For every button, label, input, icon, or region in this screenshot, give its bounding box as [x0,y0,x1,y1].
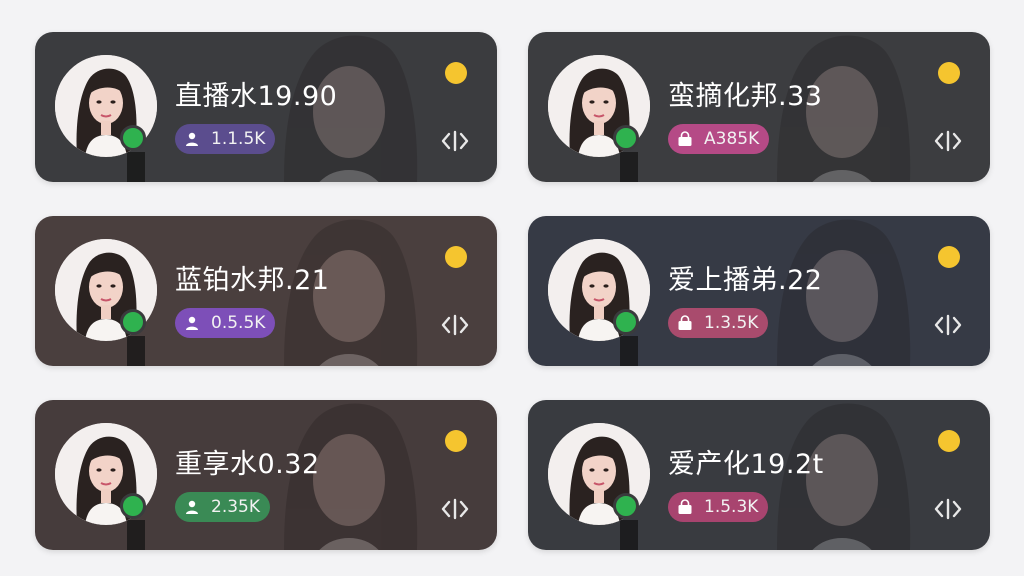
status-dot [445,62,467,84]
stand-decoration [620,520,638,550]
person-icon [179,494,205,520]
stream-card[interactable]: 蓝铂水邦.21 0.5.5K [35,216,497,366]
viewer-badge: A385K [668,124,770,154]
viewer-count: 2.35K [211,497,260,517]
viewer-count: 1.1.5K [211,129,266,149]
code-split-icon[interactable] [441,313,469,337]
stand-decoration [620,152,638,182]
code-split-icon[interactable] [934,129,962,153]
online-indicator [613,493,639,519]
online-indicator [613,309,639,335]
viewer-badge: 2.35K [175,492,270,522]
stand-decoration [620,336,638,366]
online-indicator [613,125,639,151]
stand-decoration [127,520,145,550]
stream-card[interactable]: 直播水19.90 1.1.5K [35,32,497,182]
person-icon [179,310,205,336]
viewer-count: 1.3.5K [704,313,759,333]
viewer-badge: 0.5.5K [175,308,276,338]
status-dot [938,246,960,268]
stream-card[interactable]: 爱产化19.2t 1.5.3K [528,400,990,550]
code-split-icon[interactable] [441,497,469,521]
status-dot [445,430,467,452]
code-split-icon[interactable] [934,497,962,521]
viewer-badge: 1.1.5K [175,124,276,154]
viewer-count: 0.5.5K [211,313,266,333]
stream-title: 重享水0.32 [175,449,320,480]
code-split-icon[interactable] [934,313,962,337]
stand-decoration [127,336,145,366]
stream-title: 蓝铂水邦.21 [175,265,330,296]
viewer-badge: 1.5.3K [668,492,769,522]
stream-card[interactable]: 爱上播弟.22 1.3.5K [528,216,990,366]
stream-card[interactable]: 重享水0.32 2.35K [35,400,497,550]
person-icon [179,126,205,152]
status-dot [938,62,960,84]
viewer-count: 1.5.3K [704,497,759,517]
viewer-count: A385K [704,129,760,149]
stream-title: 爱上播弟.22 [668,265,823,296]
online-indicator [120,125,146,151]
stream-title: 直播水19.90 [175,81,338,112]
status-dot [445,246,467,268]
viewer-badge: 1.3.5K [668,308,769,338]
status-dot [938,430,960,452]
bag-icon [672,494,698,520]
stream-title: 蛮摘化邦.33 [668,81,823,112]
stream-card[interactable]: 蛮摘化邦.33 A385K [528,32,990,182]
online-indicator [120,493,146,519]
online-indicator [120,309,146,335]
stream-title: 爱产化19.2t [668,449,824,480]
bag-icon [672,126,698,152]
code-split-icon[interactable] [441,129,469,153]
stand-decoration [127,152,145,182]
bag-icon [672,310,698,336]
